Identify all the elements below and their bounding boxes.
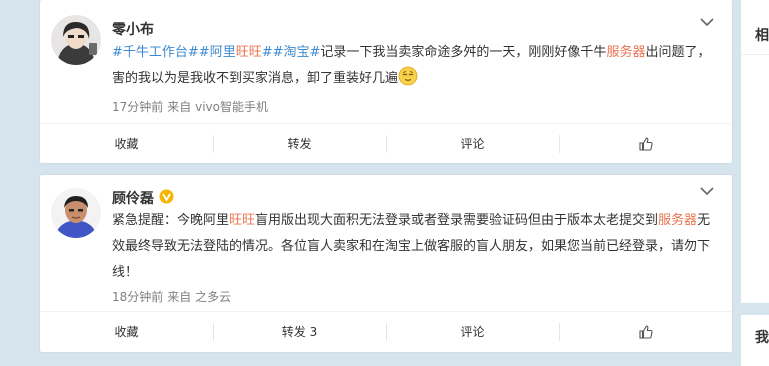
like-button[interactable] [559, 312, 732, 351]
action-bar: 收藏 转发 3 评论 [40, 311, 732, 351]
repost-button[interactable]: 转发 3 [213, 312, 386, 351]
post-source: 来自 vivo智能手机 [167, 100, 268, 114]
post-card: 顾伶磊 紧急提醒：今晚阿里旺旺盲用版出现大面积无法登录或者登录需要验证码但由于版… [40, 175, 732, 352]
post-time[interactable]: 18分钟前 [112, 290, 163, 304]
action-bar: 收藏 转发 评论 [40, 123, 732, 163]
keyword-highlight: 服务器 [606, 45, 646, 60]
post-content: 紧急提醒：今晚阿里旺旺盲用版出现大面积无法登录或者登录需要验证码但由于版本太老提… [112, 208, 718, 286]
comment-button[interactable]: 评论 [386, 312, 559, 351]
topic-link[interactable]: #阿里旺旺# [199, 45, 273, 60]
avatar[interactable] [51, 188, 101, 238]
post-content: #千牛工作台##阿里旺旺##淘宝#记录一下我当卖家命途多舛的一天，刚刚好像千牛服… [112, 40, 718, 92]
favorite-button[interactable]: 收藏 [40, 124, 213, 163]
favorite-button[interactable]: 收藏 [40, 312, 213, 351]
side-panel-title: 我 [755, 330, 769, 346]
thumbs-up-icon [638, 136, 653, 151]
post-source: 来自 之多云 [167, 290, 232, 304]
post-card: 零小布 #千牛工作台##阿里旺旺##淘宝#记录一下我当卖家命途多舛的一天，刚刚好… [40, 0, 732, 163]
comment-button[interactable]: 评论 [386, 124, 559, 163]
keyword-highlight: 旺旺 [229, 213, 256, 228]
like-button[interactable] [559, 124, 732, 163]
post-time[interactable]: 17分钟前 [112, 100, 163, 114]
side-panel-title: 相 [755, 28, 769, 44]
post-text: 紧急提醒：今晚阿里 [112, 213, 230, 228]
username[interactable]: 顾伶磊 [112, 188, 154, 208]
post-text: 盲用版出现大面积无法登录或者登录需要验证码但由于版本太老提交到 [255, 213, 659, 228]
topic-link[interactable]: #淘宝# [273, 45, 321, 60]
avatar[interactable] [51, 15, 101, 65]
topic-link[interactable]: #千牛工作台# [112, 45, 199, 60]
verified-badge-icon [159, 189, 174, 204]
divider [741, 54, 769, 55]
post-meta: 18分钟前 来自 之多云 [112, 288, 231, 305]
chevron-down-icon[interactable] [700, 186, 714, 196]
thumbs-up-icon [638, 324, 653, 339]
side-panel: 我 [741, 315, 769, 366]
username[interactable]: 零小布 [112, 19, 154, 39]
side-panel: 相 [741, 0, 769, 303]
chevron-down-icon[interactable] [700, 17, 714, 27]
repost-button[interactable]: 转发 [213, 124, 386, 163]
keyword-highlight: 服务器 [658, 213, 698, 228]
relieved-face-icon [398, 66, 418, 86]
post-text: 记录一下我当卖家命途多舛的一天，刚刚好像千牛 [320, 45, 607, 60]
post-meta: 17分钟前 来自 vivo智能手机 [112, 98, 268, 115]
